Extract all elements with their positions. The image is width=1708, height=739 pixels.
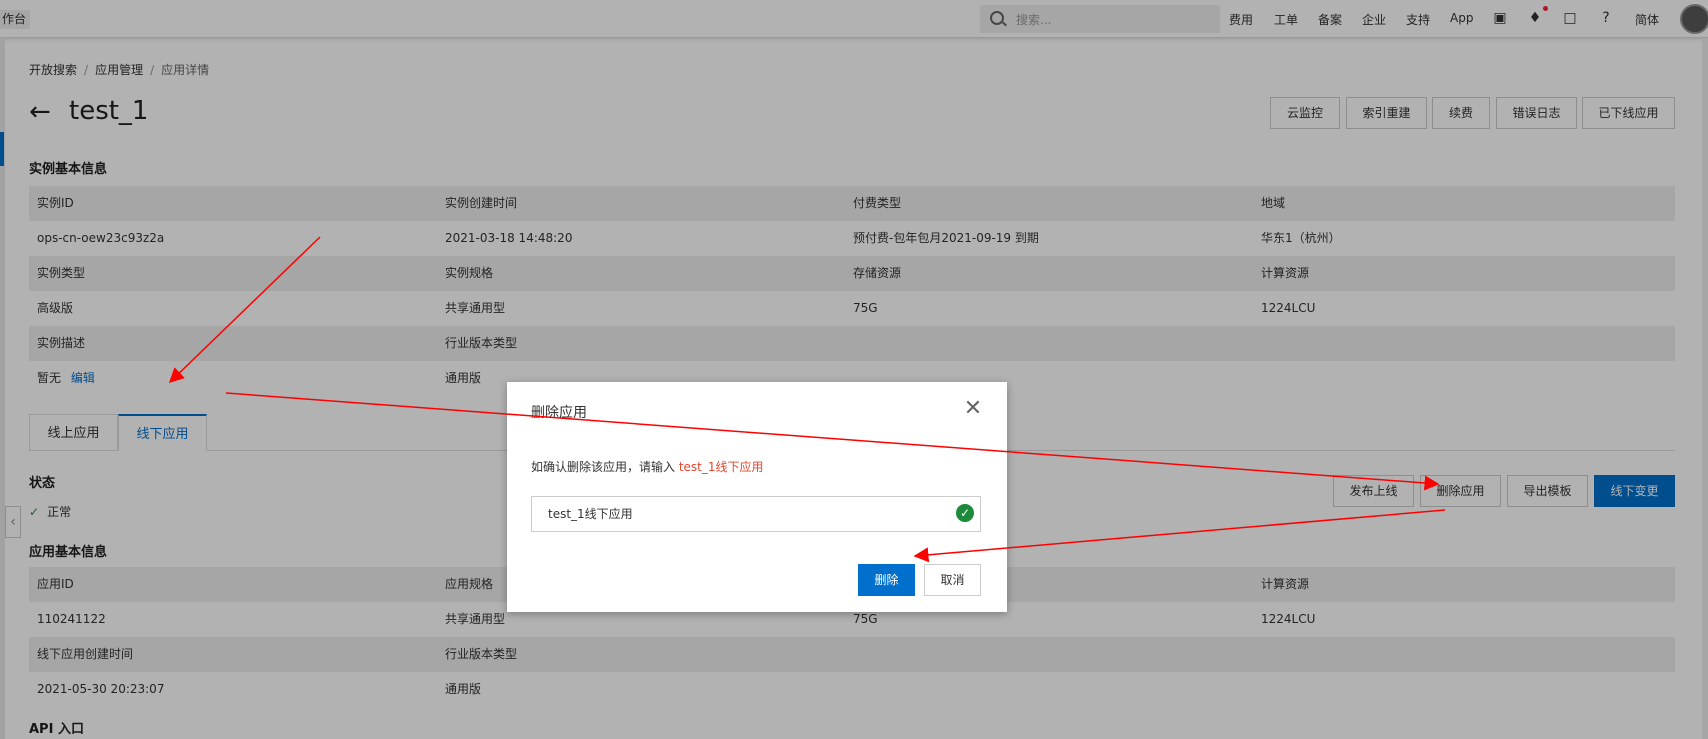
annotation-arrow <box>913 509 1446 563</box>
annotation-arrow <box>225 392 1440 491</box>
annotation-arrows <box>168 236 1446 563</box>
annotation-arrow <box>168 236 321 384</box>
